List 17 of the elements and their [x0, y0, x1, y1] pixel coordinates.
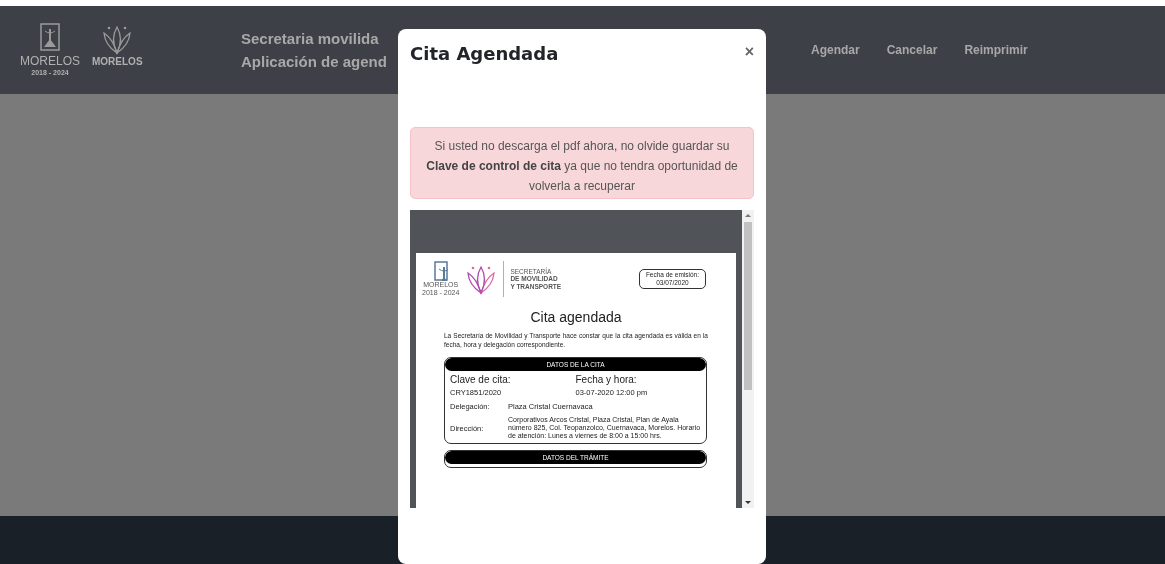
scroll-thumb[interactable]	[744, 222, 752, 390]
nav-link[interactable]: Agendar	[811, 43, 860, 57]
document-title: Cita agendada	[529, 309, 623, 325]
app-subtitle: Aplicación de agend	[241, 53, 387, 70]
coat-of-arms-icon	[40, 23, 60, 51]
close-button[interactable]: ×	[744, 43, 754, 61]
logo-text: MORELOS	[92, 55, 143, 69]
nav-link[interactable]: Reimprimir	[964, 43, 1028, 57]
coat-of-arms-icon	[433, 261, 448, 281]
scrollbar[interactable]	[742, 210, 754, 508]
logo-text: MORELOS	[20, 55, 80, 68]
field-label: Fecha y hora:	[575, 374, 638, 385]
field-label: Clave de cita:	[450, 374, 512, 385]
app-title: Secretaria movilida	[241, 30, 379, 47]
nav-link[interactable]: Cancelar	[886, 43, 938, 57]
modal-title: Cita Agendada	[410, 43, 559, 64]
warning-alert: Si usted no descarga el pdf ahora, no olvide guardar su Clave de control de cita ya que no tendra oportunidad de volverla a recuperar	[410, 127, 754, 199]
